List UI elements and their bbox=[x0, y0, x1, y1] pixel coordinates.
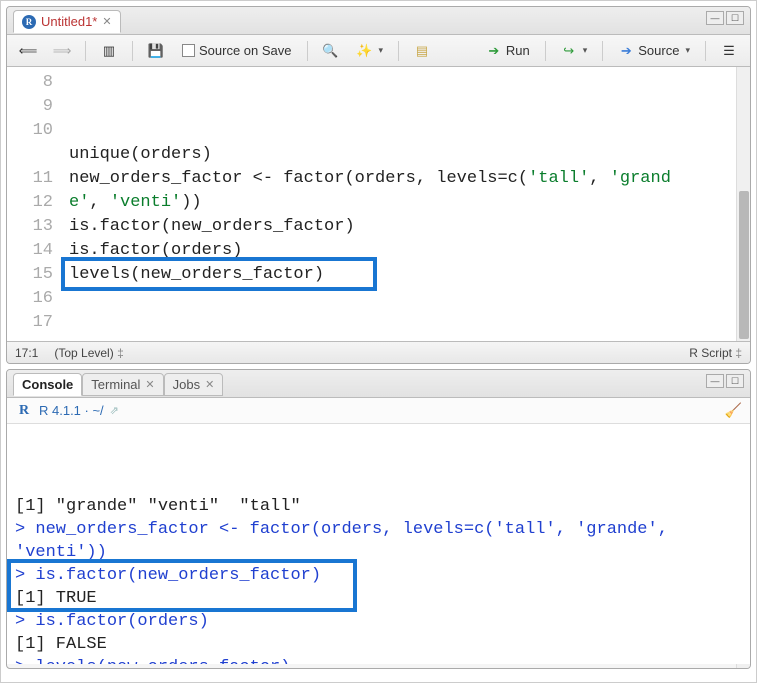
scrollbar-thumb[interactable] bbox=[739, 191, 749, 340]
code-line: is.factor(orders) bbox=[69, 239, 679, 263]
file-tab[interactable]: R Untitled1* ✕ bbox=[13, 10, 121, 33]
line-gutter: 891011121314151617 bbox=[7, 67, 65, 341]
forward-button[interactable]: ⟹ bbox=[47, 39, 77, 63]
code-line: levels(new_orders_factor) bbox=[69, 263, 679, 287]
separator bbox=[132, 41, 133, 61]
window-controls: — ☐ bbox=[706, 11, 744, 25]
find-button[interactable]: 🔍 bbox=[316, 39, 346, 63]
tab-console-label: Console bbox=[22, 377, 73, 392]
separator bbox=[602, 41, 603, 61]
run-button[interactable]: ➔ Run bbox=[479, 39, 537, 63]
chevron-down-icon: ▾ bbox=[685, 45, 690, 56]
code-line: unique(orders) bbox=[69, 143, 679, 167]
console-command: > levels(new_orders_factor) bbox=[15, 656, 742, 664]
r-version-path: R 4.1.1 · ~/ bbox=[39, 403, 104, 418]
run-icon: ➔ bbox=[486, 43, 502, 59]
notebook-icon: ▤ bbox=[414, 43, 430, 59]
minimize-button[interactable]: — bbox=[706, 11, 724, 25]
popout-icon: ▥ bbox=[101, 43, 117, 59]
show-in-new-window-button[interactable]: ▥ bbox=[94, 39, 124, 63]
separator bbox=[307, 41, 308, 61]
save-button[interactable]: 💾 bbox=[141, 39, 171, 63]
console-pane: Console Terminal ✕ Jobs ✕ — ☐ R R 4.1.1 … bbox=[6, 369, 751, 669]
back-button[interactable]: ⟸ bbox=[13, 39, 43, 63]
source-icon: ➔ bbox=[618, 43, 634, 59]
tab-jobs[interactable]: Jobs ✕ bbox=[164, 373, 224, 396]
editor-pane: R Untitled1* ✕ — ☐ ⟸ ⟹ ▥ 💾 Source on Sav… bbox=[6, 6, 751, 364]
save-icon: 💾 bbox=[148, 43, 164, 59]
code-area[interactable]: unique(orders)new_orders_factor <- facto… bbox=[65, 67, 736, 341]
tab-jobs-label: Jobs bbox=[173, 377, 200, 392]
cursor-position: 17:1 bbox=[15, 346, 38, 360]
tab-console[interactable]: Console bbox=[13, 373, 82, 396]
console-command: > is.factor(new_orders_factor) bbox=[15, 564, 742, 587]
window-controls: — ☐ bbox=[706, 374, 744, 388]
close-icon[interactable]: ✕ bbox=[205, 378, 214, 391]
tab-terminal-label: Terminal bbox=[91, 377, 140, 392]
rerun-icon: ↪ bbox=[561, 43, 577, 59]
close-icon[interactable]: ✕ bbox=[145, 378, 154, 391]
r-file-icon: R bbox=[22, 15, 36, 29]
arrow-left-icon: ⟸ bbox=[20, 43, 36, 59]
minimize-button[interactable]: — bbox=[706, 374, 724, 388]
arrow-right-icon: ⟹ bbox=[54, 43, 70, 59]
console-result: [1] TRUE bbox=[15, 587, 742, 610]
popout-icon[interactable]: ⇗ bbox=[110, 404, 119, 417]
maximize-button[interactable]: ☐ bbox=[726, 374, 744, 388]
run-label: Run bbox=[506, 43, 530, 58]
source-on-save-toggle[interactable]: Source on Save bbox=[175, 39, 299, 62]
clear-console-button[interactable]: 🧹 bbox=[725, 402, 742, 419]
code-line: is.factor(new_orders_factor) bbox=[69, 215, 679, 239]
chevron-down-icon: ▾ bbox=[583, 45, 588, 56]
source-label: Source bbox=[638, 43, 679, 58]
console-tabs: Console Terminal ✕ Jobs ✕ — ☐ bbox=[7, 370, 750, 398]
console-command: > is.factor(orders) bbox=[15, 610, 742, 633]
search-icon: 🔍 bbox=[323, 43, 339, 59]
console-info-bar: R R 4.1.1 · ~/ ⇗ 🧹 bbox=[7, 398, 750, 424]
source-on-save-label: Source on Save bbox=[199, 43, 292, 58]
separator bbox=[85, 41, 86, 61]
wand-icon: ✨ bbox=[357, 43, 373, 59]
maximize-button[interactable]: ☐ bbox=[726, 11, 744, 25]
code-tools-button[interactable]: ✨ ▾ bbox=[350, 39, 391, 63]
outline-button[interactable]: ☰ bbox=[714, 39, 744, 63]
separator bbox=[398, 41, 399, 61]
file-tab-title: Untitled1* bbox=[41, 14, 97, 29]
separator bbox=[545, 41, 546, 61]
outline-icon: ☰ bbox=[721, 43, 737, 59]
console-output[interactable]: [1] "grande" "venti" "tall"> new_orders_… bbox=[7, 424, 750, 664]
console-result: [1] "grande" "venti" "tall" bbox=[15, 495, 742, 518]
tab-terminal[interactable]: Terminal ✕ bbox=[82, 373, 163, 396]
language-selector[interactable]: R Script ‡ bbox=[689, 346, 742, 360]
chevron-down-icon: ▾ bbox=[379, 45, 384, 56]
separator bbox=[705, 41, 706, 61]
r-logo-icon: R bbox=[15, 403, 33, 419]
console-command: > new_orders_factor <- factor(orders, le… bbox=[15, 518, 742, 564]
editor-tabs: R Untitled1* ✕ — ☐ bbox=[7, 7, 750, 35]
source-button[interactable]: ➔ Source ▾ bbox=[611, 39, 697, 63]
code-line: new_orders_factor <- factor(orders, leve… bbox=[69, 167, 679, 215]
rerun-button[interactable]: ↪ ▾ bbox=[554, 39, 595, 63]
checkbox-icon bbox=[182, 44, 195, 57]
editor-statusbar: 17:1 (Top Level) ‡ R Script ‡ bbox=[7, 341, 750, 363]
vertical-scrollbar[interactable] bbox=[736, 67, 750, 341]
compile-report-button[interactable]: ▤ bbox=[407, 39, 437, 63]
editor-toolbar: ⟸ ⟹ ▥ 💾 Source on Save 🔍 ✨ ▾ ▤ bbox=[7, 35, 750, 67]
close-icon[interactable]: ✕ bbox=[102, 15, 111, 28]
editor-body[interactable]: 891011121314151617 unique(orders)new_ord… bbox=[7, 67, 750, 341]
scope-selector[interactable]: (Top Level) ‡ bbox=[54, 346, 123, 360]
console-result: [1] FALSE bbox=[15, 633, 742, 656]
